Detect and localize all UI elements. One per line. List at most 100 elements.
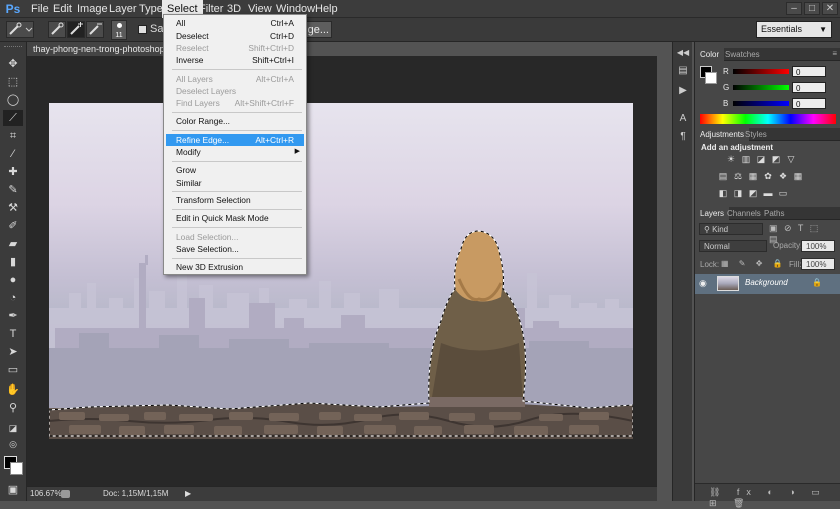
threshold-icon[interactable]: ◩ [747, 188, 759, 199]
history-panel-icon[interactable]: ▤ [676, 64, 690, 77]
history-brush-tool-icon[interactable]: ✐ [3, 218, 23, 234]
pen-tool-icon[interactable]: ✒ [3, 308, 23, 324]
channel-mixer-icon[interactable]: ❖ [777, 171, 789, 182]
eraser-tool-icon[interactable]: ▰ [3, 236, 23, 252]
brush-tool-icon[interactable]: ✎ [3, 182, 23, 198]
visibility-eye-icon[interactable]: ◉ [699, 278, 707, 289]
levels-icon[interactable]: ▥ [740, 154, 752, 165]
color-balance-icon[interactable]: ⚖ [732, 171, 744, 182]
color-bg-swatch[interactable] [705, 72, 717, 84]
menu-item-inverse[interactable]: Inverse Shift+Ctrl+I [166, 54, 304, 66]
color-spectrum-ramp[interactable] [700, 114, 836, 124]
black-white-icon[interactable]: ▦ [747, 171, 759, 182]
move-tool-icon[interactable]: ✥ [3, 56, 23, 72]
green-slider[interactable] [733, 85, 789, 90]
maximize-button[interactable]: □ [804, 2, 820, 15]
opacity-field[interactable]: 100% [801, 240, 835, 252]
hand-tool-icon[interactable]: ✋ [3, 382, 23, 398]
new-selection-brush-button[interactable] [48, 21, 66, 38]
curves-icon[interactable]: ◪ [755, 154, 767, 165]
paragraph-panel-icon[interactable]: ¶ [676, 130, 690, 143]
red-slider[interactable] [733, 69, 789, 74]
tab-styles[interactable]: Styles [740, 128, 772, 141]
spot-healing-tool-icon[interactable]: ✚ [3, 164, 23, 180]
tab-paths[interactable]: Paths [759, 207, 789, 220]
quick-mask-icon[interactable]: ◎ [3, 436, 23, 452]
character-panel-icon[interactable]: A [676, 112, 690, 125]
menu-item-refine-edge[interactable]: Refine Edge... Alt+Ctrl+R [166, 134, 304, 146]
dodge-tool-icon[interactable]: ◔ [3, 290, 23, 306]
menu-item-all-layers[interactable]: All Layers Alt+Ctrl+A [166, 73, 304, 85]
exposure-icon[interactable]: ◩ [770, 154, 782, 165]
photo-filter-icon[interactable]: ✿ [762, 171, 774, 182]
menu-item-find-layers[interactable]: Find Layers Alt+Shift+Ctrl+F [166, 97, 304, 109]
add-to-selection-brush-button[interactable] [67, 21, 85, 38]
actions-panel-icon[interactable]: ▶ [676, 84, 690, 97]
menu-item-quick-mask[interactable]: Edit in Quick Mask Mode [166, 212, 304, 224]
zoom-tool-icon[interactable]: ⚲ [3, 400, 23, 416]
shape-tool-icon[interactable]: ▭ [3, 362, 23, 378]
minimize-button[interactable]: – [786, 2, 802, 15]
photo-canvas[interactable] [49, 103, 633, 439]
status-arrow-icon[interactable]: ▶ [185, 487, 191, 501]
blur-tool-icon[interactable]: ● [3, 272, 23, 288]
menu-item-all[interactable]: All Ctrl+A [166, 17, 304, 29]
brightness-icon[interactable]: ☀ [725, 154, 737, 165]
selective-color-icon[interactable]: ▭ [777, 188, 789, 199]
brush-size-picker[interactable]: 11 [111, 20, 127, 40]
zoom-level[interactable]: 106.67% [30, 487, 62, 501]
lasso-tool-icon[interactable]: ◯ [3, 92, 23, 108]
layer-filter-icons[interactable]: ▣ ⊘ T ⬚ ▤ [769, 223, 835, 244]
menu-item-deselect-layers[interactable]: Deselect Layers [166, 85, 304, 97]
workspace-switcher[interactable]: Essentials ▼ [756, 21, 832, 38]
default-colors-icon[interactable]: ◪ [3, 420, 23, 436]
color-lookup-icon[interactable]: ▦ [792, 171, 804, 182]
marquee-tool-icon[interactable]: ⬚ [3, 74, 23, 90]
menu-help[interactable]: Help [310, 0, 343, 18]
menu-item-grow[interactable]: Grow [166, 164, 304, 176]
menu-item-save-selection[interactable]: Save Selection... [166, 243, 304, 255]
tool-preset-picker[interactable] [6, 21, 34, 38]
gradient-tool-icon[interactable]: ▮ [3, 254, 23, 270]
layers-footer-icons[interactable]: ⛓ fx ◐ ◑ ▭ ⊞ 🗑 [709, 487, 840, 509]
gradient-map-icon[interactable]: ▬ [762, 188, 774, 199]
vibrance-icon[interactable]: ▽ [785, 154, 797, 165]
menu-item-deselect[interactable]: Deselect Ctrl+D [166, 30, 304, 42]
menu-item-load-selection[interactable]: Load Selection... [166, 231, 304, 243]
layer-filter-kind[interactable]: ⚲ Kind [699, 223, 763, 235]
red-value[interactable]: 0 [792, 66, 826, 77]
toolbox-grip[interactable] [4, 46, 22, 49]
subtract-from-selection-brush-button[interactable] [86, 21, 104, 38]
close-button[interactable]: ✕ [822, 2, 838, 15]
clone-stamp-tool-icon[interactable]: ⚒ [3, 200, 23, 216]
panel-menu-icon[interactable]: ≡ [832, 49, 837, 58]
path-selection-tool-icon[interactable]: ➤ [3, 344, 23, 360]
tab-swatches[interactable]: Swatches [720, 48, 765, 61]
blue-value[interactable]: 0 [792, 98, 826, 109]
document-tab[interactable]: thay-phong-nen-trong-photoshop.jpg [27, 42, 165, 56]
screen-mode-icon[interactable]: ▣ [3, 482, 23, 498]
eyedropper-tool-icon[interactable]: ⁄ [3, 146, 23, 162]
status-menu-icon[interactable] [61, 490, 70, 498]
layer-row-background[interactable]: ◉ Background 🔒 [695, 274, 840, 294]
quick-selection-tool-icon[interactable]: ⟋ [3, 110, 23, 126]
collapse-icon[interactable]: ◀◀ [676, 46, 690, 59]
invert-icon[interactable]: ◧ [717, 188, 729, 199]
posterize-icon[interactable]: ◨ [732, 188, 744, 199]
layer-name[interactable]: Background [745, 278, 788, 287]
menu-item-new-3d-extrusion[interactable]: New 3D Extrusion [166, 261, 304, 273]
sample-all-layers-checkbox[interactable] [138, 25, 147, 34]
fill-field[interactable]: 100% [801, 258, 835, 270]
hue-saturation-icon[interactable]: ▤ [717, 171, 729, 182]
crop-tool-icon[interactable]: ⌗ [3, 128, 23, 144]
menu-item-transform-selection[interactable]: Transform Selection [166, 194, 304, 206]
green-value[interactable]: 0 [792, 82, 826, 93]
type-tool-icon[interactable]: T [3, 326, 23, 342]
blend-mode-select[interactable]: Normal [699, 240, 767, 252]
menu-item-reselect[interactable]: Reselect Shift+Ctrl+D [166, 42, 304, 54]
blue-slider[interactable] [733, 101, 789, 106]
menu-item-color-range[interactable]: Color Range... [166, 115, 304, 127]
menu-item-modify[interactable]: Modify ▶ [166, 146, 304, 158]
background-color-swatch[interactable] [10, 462, 23, 475]
lock-options-icons[interactable]: ▦ ✎ ✥ 🔒 [721, 259, 787, 268]
